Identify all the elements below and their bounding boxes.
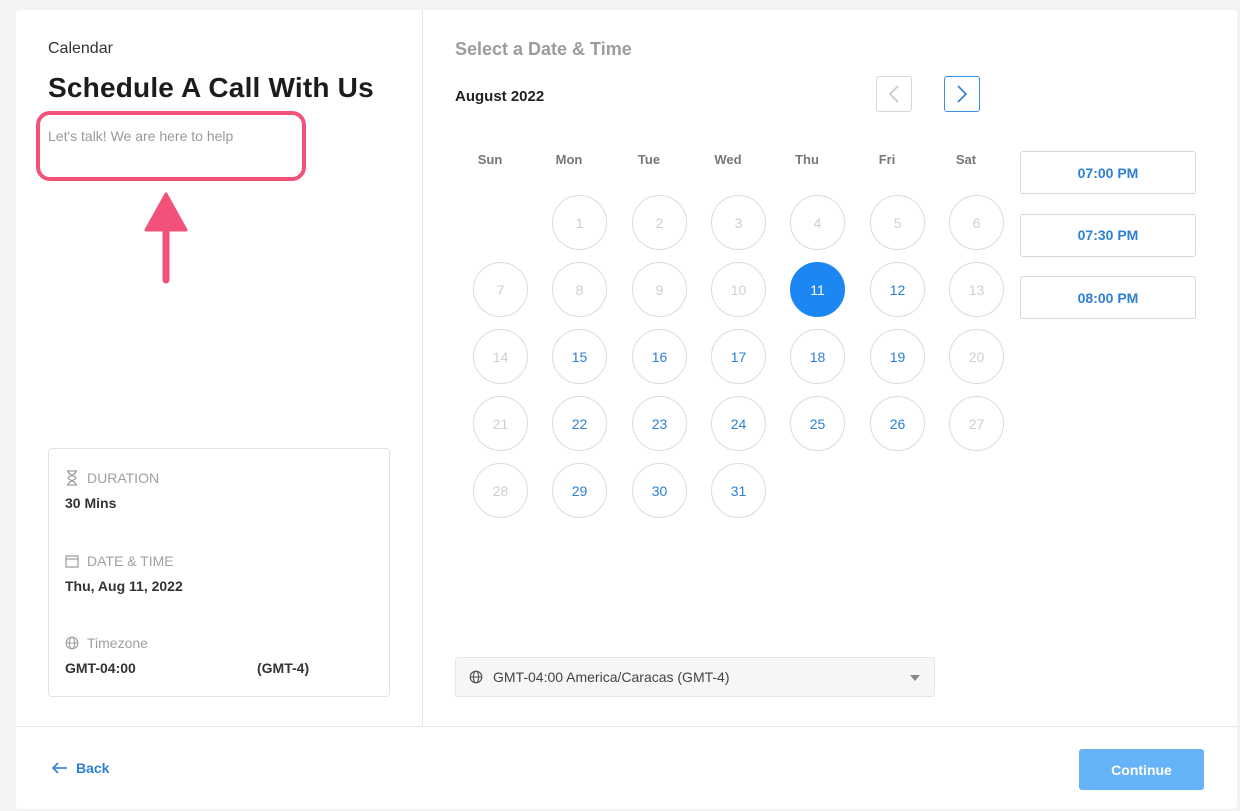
- calendar-day: 13: [949, 262, 1004, 317]
- month-label: August 2022: [455, 88, 545, 105]
- event-info-panel: Calendar Schedule A Call With Us Let's t…: [16, 10, 423, 726]
- calendar-day[interactable]: 25: [790, 396, 845, 451]
- calendar-day: 27: [949, 396, 1004, 451]
- time-slot-button[interactable]: 07:30 PM: [1020, 213, 1196, 257]
- highlight-annotation: [36, 111, 306, 181]
- weekday-thu: Thu: [795, 152, 819, 167]
- timezone-offset: (GMT-4): [257, 660, 310, 676]
- calendar-day[interactable]: 17: [711, 329, 766, 384]
- calendar-day[interactable]: 16: [632, 329, 687, 384]
- weekday-header: Sun Mon Tue Wed Thu Fri Sat: [453, 152, 1013, 172]
- chevron-left-icon: [888, 85, 899, 103]
- calendar-day[interactable]: 30: [632, 463, 687, 518]
- continue-button[interactable]: Continue: [1079, 749, 1204, 790]
- calendar-day: 9: [632, 262, 687, 317]
- calendar-day: 2: [632, 195, 687, 250]
- datetime-label: DATE & TIME: [65, 553, 174, 569]
- timezone-label-text: Timezone: [87, 635, 148, 651]
- datetime-label-text: DATE & TIME: [87, 553, 174, 569]
- globe-icon: [65, 636, 79, 650]
- booking-card: Calendar Schedule A Call With Us Let's t…: [16, 10, 1237, 809]
- caret-down-icon: [910, 675, 920, 681]
- arrow-up-annotation: [144, 192, 188, 284]
- calendar-day[interactable]: 15: [552, 329, 607, 384]
- brand-name: Calendar: [48, 40, 113, 57]
- calendar-day: 7: [473, 262, 528, 317]
- time-slot-button[interactable]: 07:00 PM: [1020, 151, 1196, 194]
- calendar-day: 10: [711, 262, 766, 317]
- booking-summary: DURATION 30 Mins DATE & TIME Thu, Aug 11…: [48, 448, 390, 697]
- calendar-day: 1: [552, 195, 607, 250]
- section-title: Select a Date & Time: [455, 39, 632, 59]
- calendar-day: 20: [949, 329, 1004, 384]
- calendar-day: 8: [552, 262, 607, 317]
- weekday-sat: Sat: [955, 152, 977, 167]
- back-button[interactable]: Back: [52, 760, 109, 776]
- back-button-label: Back: [76, 760, 110, 776]
- calendar-day[interactable]: 23: [632, 396, 687, 451]
- weekday-fri: Fri: [878, 152, 896, 167]
- duration-value: 30 Mins: [65, 495, 117, 511]
- previous-month-button[interactable]: [876, 76, 912, 112]
- footer-bar: Back Continue: [16, 726, 1237, 809]
- calendar-day[interactable]: 26: [870, 396, 925, 451]
- next-month-button[interactable]: [944, 76, 980, 112]
- calendar-day[interactable]: 31: [711, 463, 766, 518]
- calendar-day[interactable]: 12: [870, 262, 925, 317]
- datetime-value: Thu, Aug 11, 2022: [65, 578, 183, 594]
- page-title: Schedule A Call With Us: [48, 72, 374, 103]
- weekday-wed: Wed: [714, 152, 742, 167]
- chevron-right-icon: [957, 85, 968, 103]
- calendar-day[interactable]: 11: [790, 262, 845, 317]
- calendar-day: 6: [949, 195, 1004, 250]
- calendar-day[interactable]: 24: [711, 396, 766, 451]
- timezone-label: Timezone: [65, 635, 148, 651]
- weekday-sun: Sun: [477, 152, 503, 167]
- globe-icon: [469, 670, 483, 684]
- calendar-day[interactable]: 29: [552, 463, 607, 518]
- calendar-day: 3: [711, 195, 766, 250]
- timezone-value: GMT-04:00: [65, 660, 136, 676]
- calendar-day: 21: [473, 396, 528, 451]
- calendar-day: 5: [870, 195, 925, 250]
- timezone-select-value: GMT-04:00 America/Caracas (GMT-4): [493, 669, 730, 685]
- calendar-day[interactable]: 22: [552, 396, 607, 451]
- weekday-mon: Mon: [555, 152, 583, 167]
- weekday-tue: Tue: [637, 152, 661, 167]
- duration-label-text: DURATION: [87, 470, 160, 486]
- duration-label: DURATION: [65, 470, 159, 486]
- hourglass-icon: [67, 470, 77, 486]
- calendar-icon: [65, 555, 79, 568]
- time-slot-button[interactable]: 08:00 PM: [1020, 276, 1196, 319]
- arrow-left-icon: [52, 762, 67, 774]
- calendar-day: 28: [473, 463, 528, 518]
- date-time-picker: Select a Date & Time August 2022 Sun Mon T…: [424, 10, 1237, 726]
- calendar-day: 14: [473, 329, 528, 384]
- timezone-select[interactable]: GMT-04:00 America/Caracas (GMT-4): [455, 657, 935, 697]
- calendar-day[interactable]: 18: [790, 329, 845, 384]
- calendar-day: 4: [790, 195, 845, 250]
- calendar-day[interactable]: 19: [870, 329, 925, 384]
